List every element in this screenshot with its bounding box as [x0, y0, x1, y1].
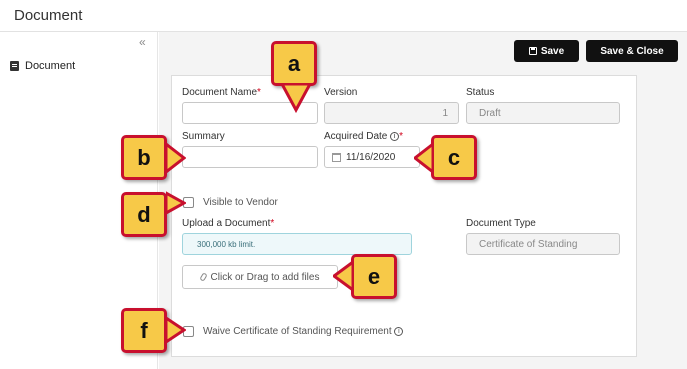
- calendar-icon: [332, 152, 341, 162]
- save-icon: [528, 47, 537, 55]
- document-type-label: Document Type: [466, 218, 536, 229]
- paperclip-icon: [198, 272, 208, 282]
- callout-d: d: [121, 192, 167, 237]
- upload-limit-note: 300,000 kb limit.: [182, 233, 412, 255]
- document-name-label: Document Name*: [182, 87, 261, 98]
- document-type-field: Certificate of Standing: [466, 233, 620, 255]
- info-icon[interactable]: i: [390, 132, 400, 141]
- callout-c-pointer: [414, 142, 434, 174]
- callout-d-pointer: [166, 191, 186, 215]
- callout-e: e: [351, 254, 397, 299]
- sidebar-item-label: Document: [25, 60, 76, 72]
- callout-f-pointer: [166, 316, 186, 344]
- info-icon[interactable]: i: [394, 327, 404, 336]
- top-bar: Document: [0, 0, 687, 32]
- save-and-close-button[interactable]: Save & Close: [586, 40, 678, 62]
- collapse-sidebar-icon[interactable]: «: [139, 35, 146, 49]
- acquired-date-input[interactable]: 11/16/2020: [324, 146, 420, 168]
- callout-c: c: [431, 135, 477, 180]
- acquired-date-label: Acquired Date i *: [324, 131, 404, 142]
- status-field: Draft: [466, 102, 620, 124]
- save-button-label: Save: [540, 45, 565, 57]
- summary-input[interactable]: [182, 146, 318, 168]
- save-and-close-label: Save & Close: [600, 45, 664, 57]
- callout-f: f: [121, 308, 167, 353]
- summary-label: Summary: [182, 131, 225, 142]
- page-title: Document: [14, 7, 83, 24]
- upload-document-label: Upload a Document*: [182, 218, 275, 229]
- callout-a: a: [271, 41, 317, 86]
- version-label: Version: [324, 87, 358, 98]
- version-field: 1: [324, 102, 459, 124]
- callout-e-pointer: [333, 260, 354, 292]
- sidebar-item-document[interactable]: Document: [10, 60, 75, 72]
- callout-b-pointer: [166, 142, 186, 174]
- callout-a-pointer: [280, 84, 312, 114]
- save-button[interactable]: Save: [514, 40, 579, 62]
- document-icon: [10, 61, 19, 71]
- status-label: Status: [466, 87, 495, 98]
- upload-dropzone[interactable]: Click or Drag to add files: [182, 265, 338, 289]
- waive-requirement-label: Waive Certificate of Standing Requiremen…: [203, 326, 404, 337]
- callout-b: b: [121, 135, 167, 180]
- visible-to-vendor-label: Visible to Vendor: [203, 197, 278, 208]
